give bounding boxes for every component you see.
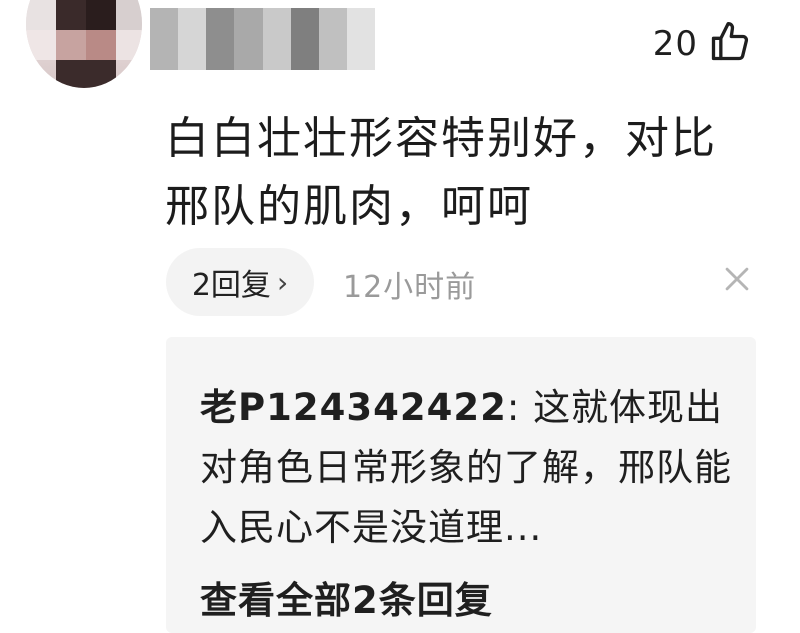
reply-separator: :	[506, 386, 534, 429]
username-blurred[interactable]	[150, 8, 375, 70]
like-control[interactable]: 20	[653, 20, 752, 68]
replies-button[interactable]: 2回复 ›	[166, 248, 314, 316]
reply-author[interactable]: 老P124342422	[200, 386, 507, 429]
reply-preview-line: 老P124342422: 这就体现出对角色日常形象的了解，邢队能入民心不是没道理…	[200, 378, 740, 558]
comment-timestamp: 12小时前	[343, 270, 477, 305]
chevron-right-icon: ›	[276, 265, 289, 299]
like-count: 20	[652, 24, 698, 64]
thumbs-up-icon[interactable]	[708, 20, 752, 68]
replies-button-label: 2回复	[191, 268, 271, 303]
comment-text: 白白壮壮形容特别好，对比邢队的肌肉，呵呵	[165, 113, 717, 232]
close-icon[interactable]	[720, 262, 754, 296]
avatar[interactable]	[26, 0, 142, 88]
view-all-replies-link[interactable]: 查看全部2条回复	[200, 570, 493, 624]
